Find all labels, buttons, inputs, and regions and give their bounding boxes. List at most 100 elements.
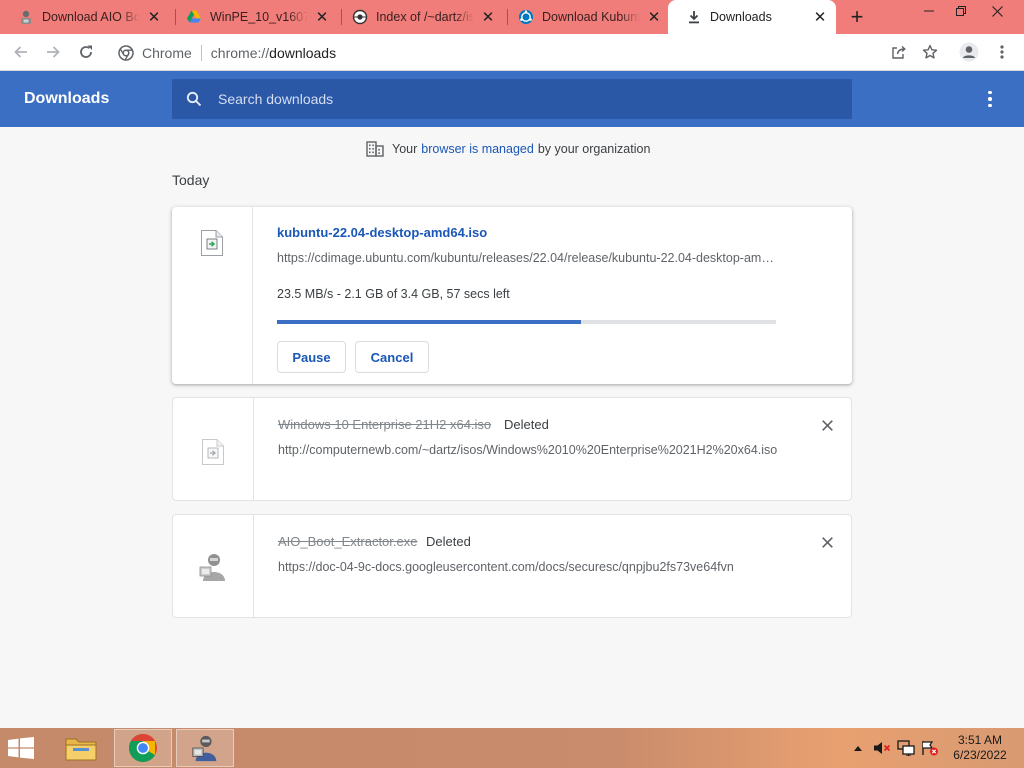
close-window-button[interactable]: [982, 0, 1012, 22]
tab-title: WinPE_10_v1607 -: [210, 10, 308, 24]
forward-button[interactable]: [40, 39, 66, 65]
close-icon[interactable]: ✕: [480, 9, 496, 26]
file-name: AIO_Boot_Extractor.exe: [278, 534, 418, 549]
restore-icon: [956, 6, 966, 16]
file-source-url: http://computernewb.com/~dartz/isos/Wind…: [278, 443, 778, 457]
browser-toolbar: Chrome chrome://downloads: [0, 34, 1024, 71]
file-name-link[interactable]: kubuntu-22.04-desktop-amd64.iso: [277, 225, 487, 240]
clock-date: 6/23/2022: [953, 748, 1007, 762]
tab-downloads[interactable]: Downloads ✕: [668, 0, 836, 34]
origin-label: Chrome: [142, 44, 192, 61]
chevron-up-icon: [854, 746, 862, 751]
user-avatar-icon: [192, 735, 217, 762]
forward-arrow-icon: [47, 46, 60, 58]
avatar-icon: [959, 42, 979, 62]
bookmark-button[interactable]: [917, 39, 943, 65]
site-info[interactable]: Chrome: [110, 45, 192, 61]
managed-notice: Your browser is managed by your organiza…: [366, 140, 650, 158]
close-icon: [821, 419, 833, 431]
action-center-button[interactable]: [921, 740, 939, 756]
close-icon[interactable]: ✕: [146, 9, 162, 26]
user-avatar-icon: [18, 9, 34, 25]
minimize-icon: [924, 10, 934, 12]
taskbar-file-explorer[interactable]: [52, 729, 110, 767]
profile-button[interactable]: [956, 39, 982, 65]
tab-title: Download AIO Boot: [42, 10, 140, 24]
download-progress-fill: [277, 320, 582, 324]
address-bar[interactable]: Chrome chrome://downloads: [110, 38, 950, 67]
status-badge: Deleted: [504, 417, 549, 432]
browser-managed-link[interactable]: browser is managed: [421, 142, 534, 156]
user-avatar-icon: [197, 551, 229, 588]
search-box[interactable]: [172, 79, 852, 119]
file-source-url: https://doc-04-9c-docs.googleusercontent…: [278, 560, 734, 574]
reload-button[interactable]: [73, 39, 99, 65]
downloads-header: Downloads: [0, 71, 1024, 127]
share-icon: [892, 45, 906, 59]
download-progress-text: 23.5 MB/s - 2.1 GB of 3.4 GB, 57 secs le…: [277, 287, 510, 301]
back-arrow-icon: [14, 46, 27, 58]
downloads-menu-button[interactable]: [980, 89, 1000, 109]
start-button[interactable]: [8, 737, 34, 759]
url-text: chrome://downloads: [211, 45, 336, 61]
download-icon: [686, 9, 702, 25]
file-source-url[interactable]: https://cdimage.ubuntu.com/kubuntu/relea…: [277, 251, 777, 265]
chrome-logo-icon: [129, 734, 157, 762]
file-icon-column: [173, 398, 254, 500]
pause-button[interactable]: Pause: [277, 341, 346, 373]
kebab-dot: [988, 90, 992, 95]
managed-prefix: Your: [392, 142, 418, 156]
building-icon: [366, 141, 384, 157]
kebab-dot: [988, 97, 992, 101]
close-icon[interactable]: ✕: [646, 9, 662, 26]
network-icon: [897, 740, 915, 756]
tab-download-kubuntu[interactable]: Download Kubuntu ✕: [500, 0, 670, 34]
windows-logo-icon: [8, 737, 34, 759]
tab-title: Download Kubuntu: [542, 10, 640, 24]
file-name: Windows 10 Enterprise 21H2 x64.iso: [278, 417, 492, 432]
kebab-dot: [988, 103, 992, 108]
show-hidden-icons-button[interactable]: [849, 740, 867, 756]
remove-item-button[interactable]: [819, 417, 835, 433]
restore-button[interactable]: [946, 0, 976, 22]
kebab-menu-icon: [1000, 45, 1004, 59]
flag-alert-icon: [922, 741, 938, 756]
tab-download-aio-boot[interactable]: Download AIO Boot ✕: [0, 0, 170, 34]
tab-strip: Download AIO Boot ✕ WinPE_10_v1607 - ✕ I…: [0, 0, 1024, 34]
close-icon: [821, 536, 833, 548]
download-item-windows-10: Windows 10 Enterprise 21H2 x64.iso Delet…: [172, 397, 852, 501]
new-tab-button[interactable]: +: [846, 4, 868, 29]
file-icon-column: [172, 207, 253, 384]
back-button[interactable]: [8, 39, 34, 65]
managed-suffix: by your organization: [537, 142, 651, 156]
search-icon: [186, 90, 204, 108]
taskbar-aio-boot[interactable]: [176, 729, 234, 767]
search-input[interactable]: [218, 91, 818, 107]
remove-item-button[interactable]: [819, 534, 835, 550]
file-icon: [201, 438, 225, 471]
system-clock[interactable]: 3:51 AM 6/23/2022: [944, 733, 1016, 763]
close-icon[interactable]: ✕: [314, 9, 330, 26]
file-icon-column: [173, 515, 254, 617]
close-icon[interactable]: ✕: [812, 9, 828, 26]
speaker-muted-icon: [874, 742, 891, 754]
file-icon: [200, 229, 224, 262]
minimize-button[interactable]: [914, 0, 944, 22]
tab-index-of-dartz[interactable]: Index of /~dartz/isos ✕: [334, 0, 504, 34]
folder-icon: [65, 738, 97, 761]
clock-time: 3:51 AM: [957, 733, 1003, 747]
taskbar-chrome[interactable]: [114, 729, 172, 767]
download-item-aio-boot: AIO_Boot_Extractor.exe Deleted https://d…: [172, 514, 852, 618]
volume-tray-button[interactable]: [873, 740, 891, 756]
kubuntu-icon: [518, 9, 534, 25]
star-icon: [922, 44, 938, 59]
download-item-kubuntu: kubuntu-22.04-desktop-amd64.iso https://…: [172, 207, 852, 384]
tab-winpe[interactable]: WinPE_10_v1607 - ✕: [168, 0, 338, 34]
omnibox-divider: [200, 44, 202, 61]
network-tray-button[interactable]: [897, 740, 915, 756]
share-button[interactable]: [886, 39, 912, 65]
close-window-icon: [991, 5, 1003, 17]
cancel-button[interactable]: Cancel: [355, 341, 429, 373]
chrome-menu-button[interactable]: [989, 39, 1015, 65]
url-scheme: chrome://: [210, 44, 270, 61]
